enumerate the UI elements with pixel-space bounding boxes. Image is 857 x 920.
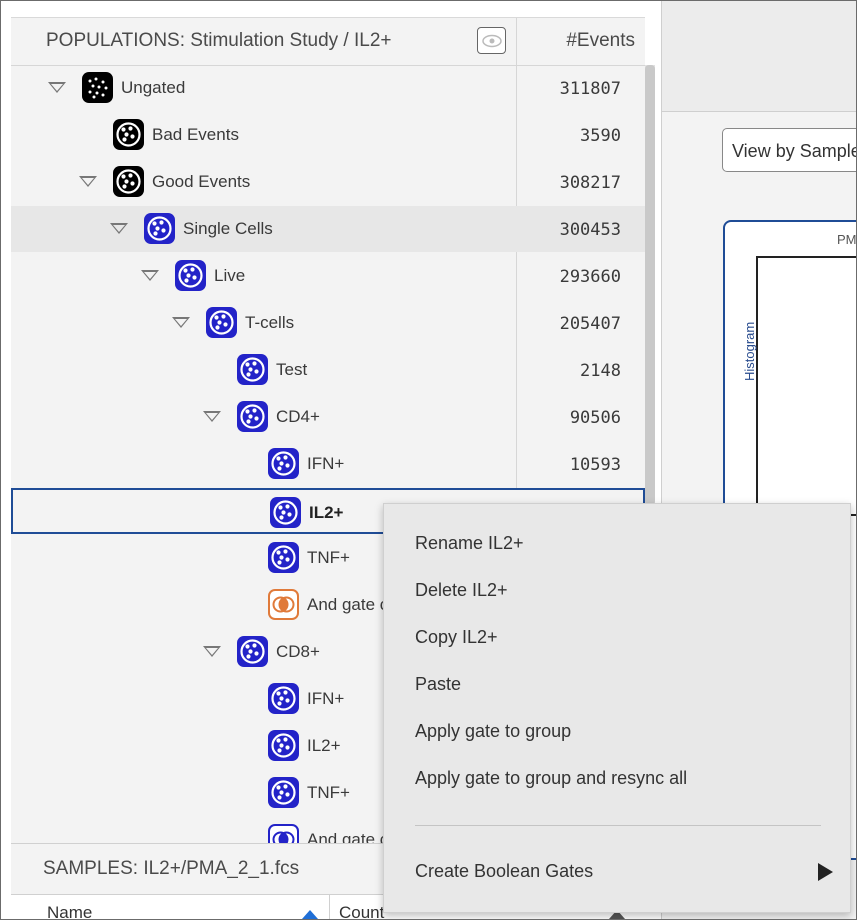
tree-row[interactable]: Bad Events 3590 xyxy=(11,112,645,158)
population-name: IFN+ xyxy=(307,689,345,708)
tree-scrollbar-thumb[interactable] xyxy=(645,65,655,505)
gate-icon xyxy=(113,119,144,150)
expand-collapse-icon[interactable] xyxy=(79,176,97,187)
event-count: 205407 xyxy=(559,314,621,334)
population-name: Live xyxy=(214,266,246,285)
event-count: 311807 xyxy=(559,79,621,99)
population-name: T-cells xyxy=(245,313,295,332)
count-column-header[interactable]: Count xyxy=(339,903,384,919)
menu-item-create-boolean-gates[interactable]: Create Boolean Gates xyxy=(415,861,593,882)
gate-icon xyxy=(270,497,301,528)
event-count: 90506 xyxy=(569,408,621,428)
gate-icon xyxy=(237,354,268,385)
menu-item-rename[interactable]: Rename IL2+ xyxy=(415,533,524,554)
tree-row[interactable]: CD4+ 90506 xyxy=(11,394,645,440)
submenu-arrow-icon xyxy=(818,863,833,881)
menu-item-apply-gate-to-group[interactable]: Apply gate to group xyxy=(415,721,571,742)
gate-icon xyxy=(268,777,299,808)
populations-header: POPULATIONS: Stimulation Study / IL2+ #E… xyxy=(11,18,645,66)
population-name: Bad Events xyxy=(152,125,239,144)
plot-y-axis-label: Histogram xyxy=(742,321,757,381)
event-count: 3590 xyxy=(580,126,621,146)
gate-icon xyxy=(144,213,175,244)
histogram-plot-area[interactable] xyxy=(756,256,856,516)
gate-icon xyxy=(268,683,299,714)
event-count: 293660 xyxy=(559,267,621,287)
tree-row[interactable]: Single Cells 300453 xyxy=(11,206,645,252)
expand-collapse-icon[interactable] xyxy=(172,317,190,328)
expand-collapse-icon[interactable] xyxy=(141,270,159,281)
population-name: Good Events xyxy=(152,172,251,191)
gate-icon xyxy=(268,448,299,479)
population-name: And gate c xyxy=(307,830,389,844)
events-column-header[interactable]: #Events xyxy=(517,30,635,52)
view-by-sample-label: View by Sample xyxy=(732,141,857,161)
population-name: CD8+ xyxy=(276,642,320,661)
tree-row[interactable]: Good Events 308217 xyxy=(11,159,645,205)
menu-item-delete[interactable]: Delete IL2+ xyxy=(415,580,508,601)
population-name: And gate c xyxy=(307,595,389,614)
event-count: 308217 xyxy=(559,173,621,193)
gate-icon xyxy=(268,542,299,573)
menu-separator xyxy=(415,825,821,826)
view-by-sample-button[interactable]: View by Sample xyxy=(722,128,857,172)
menu-item-paste[interactable]: Paste xyxy=(415,674,461,695)
gate-icon xyxy=(113,166,144,197)
population-name: TNF+ xyxy=(307,548,350,567)
plot-top-label: PM xyxy=(837,232,857,247)
menu-item-copy[interactable]: Copy IL2+ xyxy=(415,627,498,648)
context-menu: Rename IL2+ Delete IL2+ Copy IL2+ Paste … xyxy=(383,503,851,913)
population-name: Ungated xyxy=(121,78,186,97)
expand-collapse-icon[interactable] xyxy=(203,411,221,422)
ungated-icon xyxy=(82,72,113,103)
name-column-header[interactable]: Name xyxy=(47,903,92,919)
gate-icon xyxy=(237,636,268,667)
app-window: View by Sample PM Histogram POPULATIONS:… xyxy=(0,0,857,920)
tree-row[interactable]: Live 293660 xyxy=(11,253,645,299)
expand-collapse-icon[interactable] xyxy=(110,223,128,234)
tree-row[interactable]: T-cells 205407 xyxy=(11,300,645,346)
populations-title: POPULATIONS: Stimulation Study / IL2+ xyxy=(46,30,392,51)
and-gate-icon xyxy=(268,824,299,844)
menu-item-apply-gate-resync[interactable]: Apply gate to group and resync all xyxy=(415,768,687,789)
population-name: TNF+ xyxy=(307,783,350,802)
expand-collapse-icon[interactable] xyxy=(48,82,66,93)
sort-ascending-icon[interactable] xyxy=(302,910,318,919)
eye-icon xyxy=(481,34,502,47)
population-name: CD4+ xyxy=(276,407,320,426)
header-separator xyxy=(329,895,330,919)
population-name: IFN+ xyxy=(307,454,345,473)
visibility-toggle-button[interactable] xyxy=(477,27,506,54)
event-count: 2148 xyxy=(580,361,621,381)
samples-title: SAMPLES: IL2+/PMA_2_1.fcs xyxy=(43,858,300,879)
gate-icon xyxy=(237,401,268,432)
gate-icon xyxy=(268,730,299,761)
gate-icon xyxy=(206,307,237,338)
event-count: 300453 xyxy=(559,220,621,240)
population-name: IL2+ xyxy=(307,736,341,755)
expand-collapse-icon[interactable] xyxy=(203,646,221,657)
and-gate-icon xyxy=(268,589,299,620)
population-name: Single Cells xyxy=(183,219,273,238)
population-name: IL2+ xyxy=(309,503,344,522)
gate-icon xyxy=(175,260,206,291)
tree-row[interactable]: IFN+ 10593 xyxy=(11,441,645,487)
tree-row[interactable]: Ungated 311807 xyxy=(11,65,645,111)
population-name: Test xyxy=(276,360,308,379)
right-toolbar-area xyxy=(661,1,856,112)
event-count: 10593 xyxy=(569,455,621,475)
tree-row[interactable]: Test 2148 xyxy=(11,347,645,393)
